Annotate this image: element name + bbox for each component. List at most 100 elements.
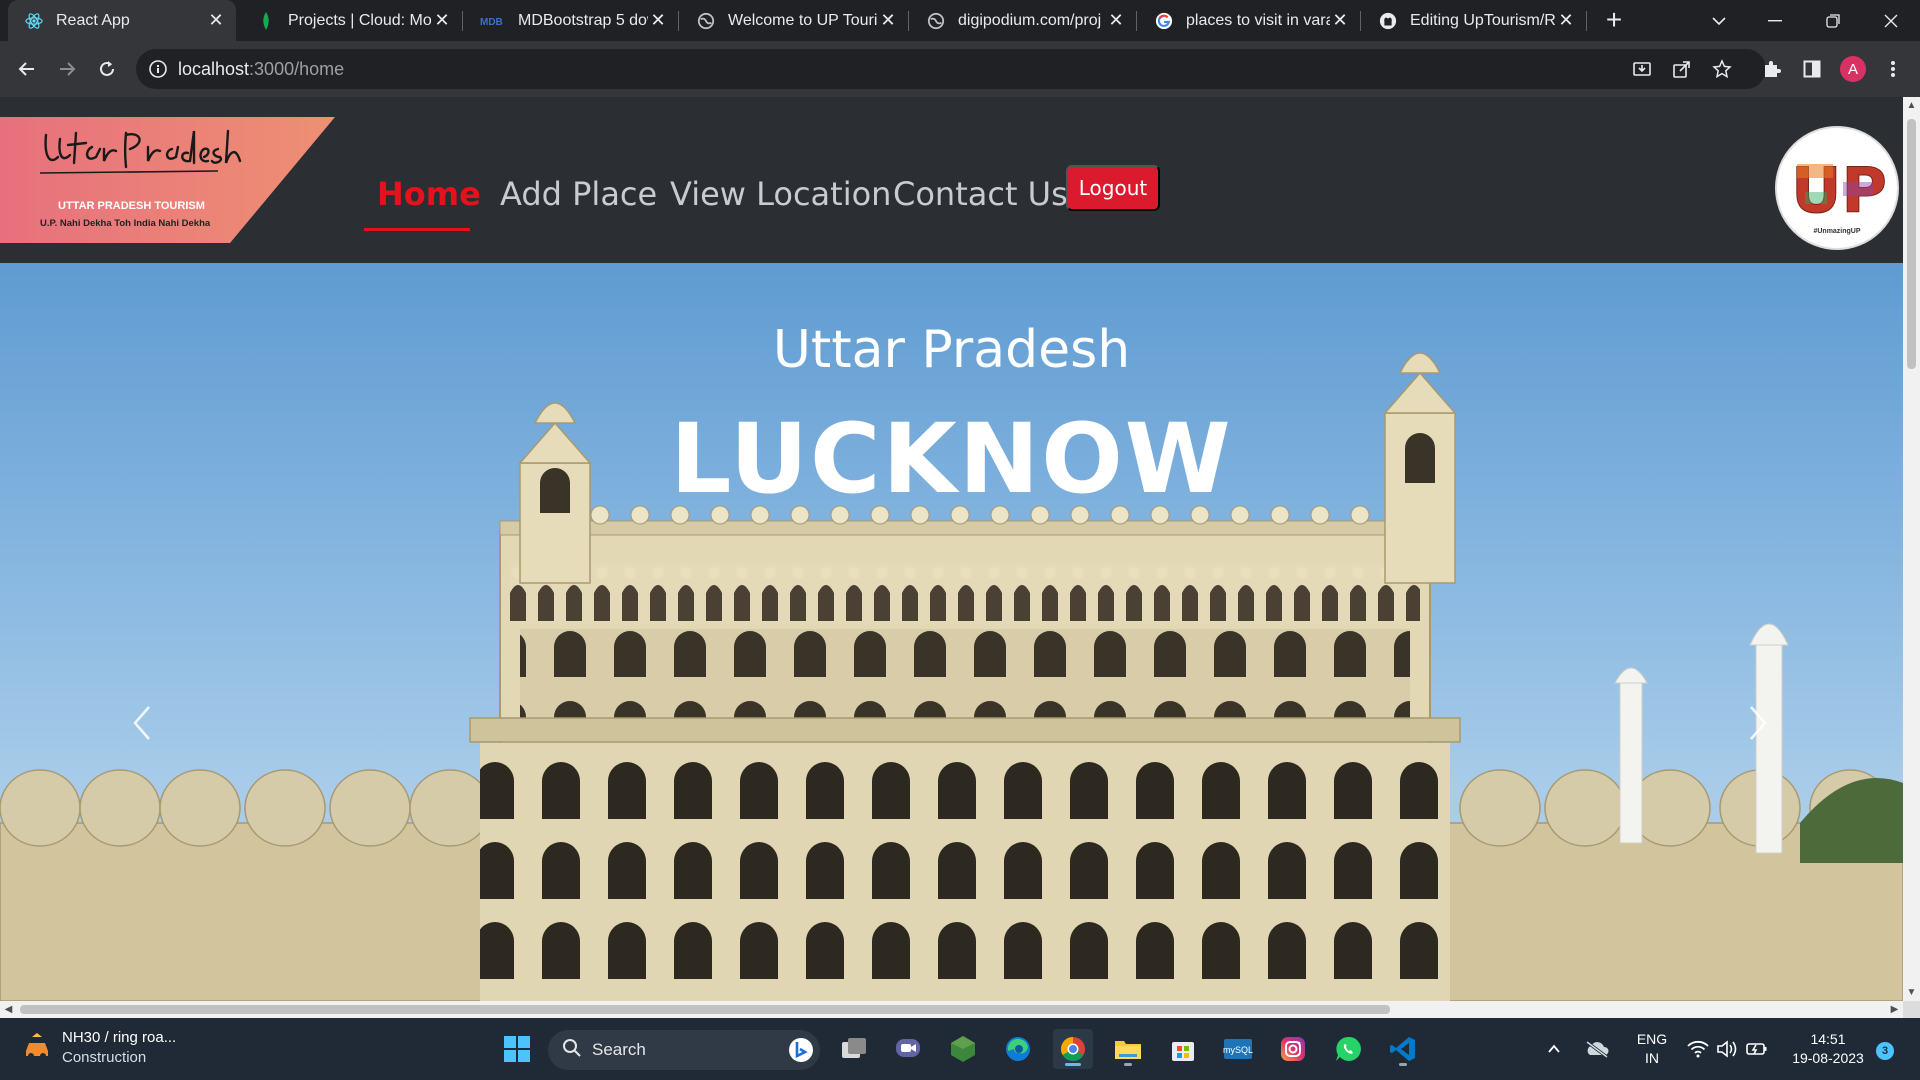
- carousel-next-button[interactable]: [1728, 693, 1788, 753]
- traffic-car-icon: [22, 1031, 52, 1066]
- tab-mongodb-projects[interactable]: Projects | Cloud: Mon ✕: [240, 0, 462, 41]
- nav-add-place[interactable]: Add Place: [500, 175, 657, 213]
- logo-name: UTTAR PRADESH TOURISM: [58, 200, 205, 212]
- tab-react-app[interactable]: React App ✕: [8, 0, 236, 41]
- volume-icon[interactable]: [1714, 1029, 1740, 1069]
- mongodb-leaf-icon: [256, 11, 276, 31]
- chevron-left-icon: [133, 706, 150, 740]
- close-tab-icon[interactable]: ✕: [648, 10, 668, 31]
- mysql-workbench-icon[interactable]: mySQL: [1218, 1029, 1258, 1069]
- task-view-icon[interactable]: [834, 1029, 874, 1069]
- minimize-button[interactable]: [1746, 0, 1804, 41]
- close-tab-icon[interactable]: ✕: [1106, 10, 1126, 31]
- language-line2: IN: [1645, 1050, 1659, 1066]
- clock[interactable]: 14:51 19-08-2023: [1786, 1030, 1870, 1068]
- restore-button[interactable]: [1804, 0, 1862, 41]
- tab-up-tourism[interactable]: Welcome to UP Touris ✕: [680, 0, 908, 41]
- tab-separator: [908, 11, 909, 31]
- google-icon: [1154, 11, 1174, 31]
- svg-text:mySQL: mySQL: [1223, 1045, 1253, 1055]
- close-tab-icon[interactable]: ✕: [1556, 10, 1576, 31]
- up-tourism-logo[interactable]: Uttar Pradesh UTTAR PRADESH TOURISM U.P.…: [0, 117, 335, 243]
- tab-title: Editing UpTourism/RE: [1410, 11, 1556, 29]
- logo-script-text: Uttar Pradesh: [335, 117, 336, 118]
- whatsapp-icon[interactable]: [1328, 1029, 1368, 1069]
- extensions-puzzle-icon[interactable]: [1755, 52, 1789, 86]
- nodejs-icon[interactable]: [943, 1029, 983, 1069]
- install-app-icon[interactable]: [1625, 52, 1659, 86]
- running-indicator: [1124, 1063, 1132, 1066]
- tab-digipodium[interactable]: digipodium.com/proj ✕: [910, 0, 1136, 41]
- logout-button[interactable]: Logout: [1066, 165, 1160, 211]
- logo-tagline: U.P. Nahi Dekha Toh India Nahi Dekha: [40, 218, 211, 229]
- bing-icon[interactable]: [788, 1037, 814, 1068]
- forward-button[interactable]: [50, 52, 84, 86]
- search-icon: [562, 1038, 582, 1063]
- windows-taskbar: NH30 / ring roa... Construction Search m…: [0, 1018, 1920, 1080]
- tab-separator: [1360, 11, 1361, 31]
- start-button[interactable]: [497, 1029, 537, 1069]
- vscode-icon[interactable]: [1383, 1029, 1423, 1069]
- taskbar-search-box[interactable]: Search: [548, 1030, 820, 1070]
- file-explorer-icon[interactable]: [1108, 1029, 1148, 1069]
- chrome-icon[interactable]: [1053, 1029, 1093, 1069]
- scroll-down-arrow-icon[interactable]: ▼: [1903, 984, 1920, 1001]
- microsoft-store-icon[interactable]: [1163, 1029, 1203, 1069]
- nav-home[interactable]: Home: [377, 175, 481, 213]
- tab-title: Welcome to UP Touris: [728, 11, 878, 29]
- profile-avatar[interactable]: A: [1840, 56, 1866, 82]
- weather-line2: Construction: [62, 1049, 147, 1066]
- weather-line1: NH30 / ring roa...: [62, 1029, 177, 1046]
- kebab-menu-icon[interactable]: [1876, 52, 1910, 86]
- wifi-icon[interactable]: [1685, 1029, 1711, 1069]
- close-tab-icon[interactable]: ✕: [206, 10, 226, 31]
- close-tab-icon[interactable]: ✕: [432, 10, 452, 31]
- browser-toolbar: localhost:3000/home A: [0, 41, 1920, 97]
- horizontal-scroll-thumb[interactable]: [20, 1005, 1390, 1014]
- clock-date: 19-08-2023: [1792, 1050, 1864, 1066]
- bookmark-star-icon[interactable]: [1705, 52, 1739, 86]
- tab-title: MDBootstrap 5 downl: [518, 11, 648, 29]
- close-window-button[interactable]: [1862, 0, 1920, 41]
- horizontal-scrollbar[interactable]: ◀ ▶: [0, 1001, 1903, 1018]
- close-tab-icon[interactable]: ✕: [878, 10, 898, 31]
- vertical-scrollbar[interactable]: ▲ ▼: [1903, 97, 1920, 1001]
- tab-separator: [462, 11, 463, 31]
- new-tab-button[interactable]: +: [1599, 6, 1629, 36]
- tab-search-chevron-icon[interactable]: [1690, 0, 1748, 41]
- tab-mdbootstrap[interactable]: MDB MDBootstrap 5 downl ✕: [464, 0, 678, 41]
- nav-view-location[interactable]: View Location: [670, 175, 891, 213]
- tab-title: places to visit in varan: [1186, 11, 1330, 29]
- teams-chat-icon[interactable]: [888, 1029, 928, 1069]
- battery-charging-icon[interactable]: [1744, 1029, 1770, 1069]
- vertical-scroll-thumb[interactable]: [1907, 119, 1916, 369]
- edge-browser-icon[interactable]: [998, 1029, 1038, 1069]
- badge-caption: #UnmazingUP: [1813, 228, 1861, 235]
- weather-widget[interactable]: NH30 / ring roa... Construction: [22, 1028, 176, 1068]
- instagram-icon[interactable]: [1273, 1029, 1313, 1069]
- scroll-left-arrow-icon[interactable]: ◀: [0, 1001, 17, 1018]
- back-button[interactable]: [10, 52, 44, 86]
- onedrive-offline-icon[interactable]: [1582, 1029, 1612, 1069]
- side-panel-icon[interactable]: [1795, 52, 1829, 86]
- language-indicator[interactable]: ENG IN: [1636, 1030, 1668, 1068]
- close-tab-icon[interactable]: ✕: [1330, 10, 1350, 31]
- share-icon[interactable]: [1665, 52, 1699, 86]
- tab-github-editing[interactable]: Editing UpTourism/RE ✕: [1362, 0, 1586, 41]
- page-viewport: Uttar Pradesh UTTAR PRADESH TOURISM U.P.…: [0, 97, 1903, 1001]
- running-indicator: [1065, 1063, 1081, 1066]
- github-icon: [1378, 11, 1398, 31]
- browser-tab-strip: React App ✕ Projects | Cloud: Mon ✕ MDB …: [0, 0, 1920, 41]
- carousel-prev-button[interactable]: [112, 693, 172, 753]
- chevron-up-icon[interactable]: [1541, 1029, 1567, 1069]
- nav-active-underline: [364, 228, 470, 231]
- scroll-up-arrow-icon[interactable]: ▲: [1903, 97, 1920, 114]
- notification-badge[interactable]: 3: [1876, 1042, 1894, 1060]
- address-bar[interactable]: localhost:3000/home: [136, 49, 1766, 89]
- reload-button[interactable]: [90, 52, 124, 86]
- scroll-right-arrow-icon[interactable]: ▶: [1886, 1001, 1903, 1018]
- nav-contact-us[interactable]: Contact Us: [893, 175, 1068, 213]
- tab-google-search[interactable]: places to visit in varan ✕: [1138, 0, 1360, 41]
- site-info-icon[interactable]: [148, 59, 168, 79]
- globe-icon: [926, 11, 946, 31]
